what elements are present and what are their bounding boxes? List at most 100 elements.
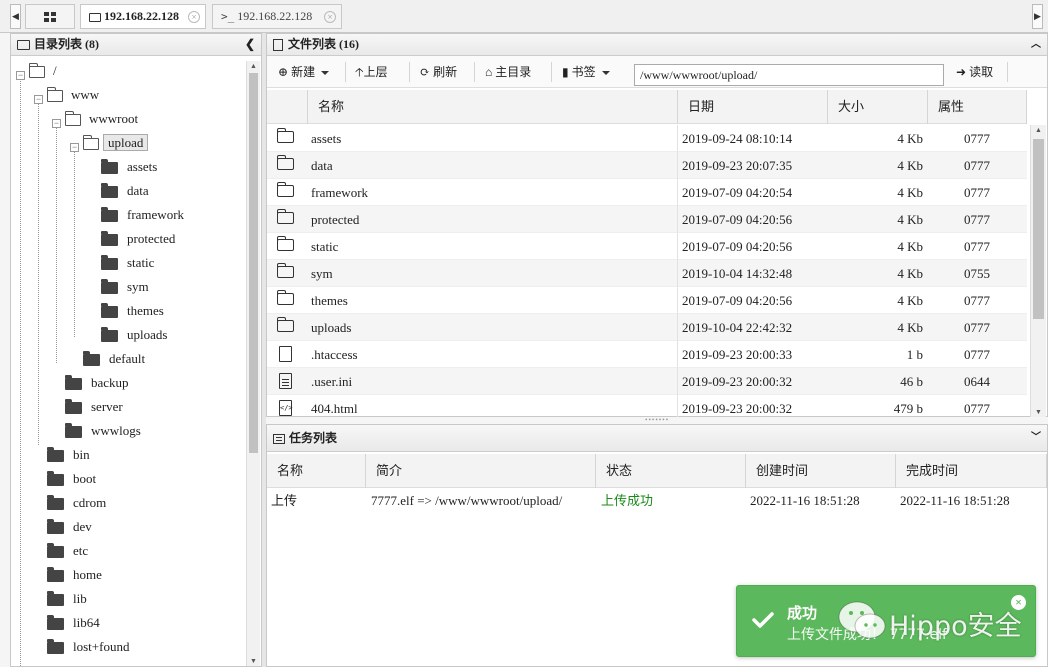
refresh-button[interactable]: ⟳ 刷新 bbox=[420, 62, 457, 82]
read-button[interactable]: ➜ 读取 bbox=[956, 62, 993, 82]
tab-terminal[interactable]: >_ 192.168.22.128 × bbox=[212, 4, 342, 29]
tree-node-data[interactable]: data bbox=[101, 181, 153, 201]
tab-scroll-left-button[interactable]: ◀ bbox=[10, 4, 21, 29]
tree-node-www[interactable]: www bbox=[47, 85, 103, 105]
folder-open-icon bbox=[47, 87, 63, 103]
file-size: 4 Kb bbox=[897, 320, 923, 335]
file-date: 2019-07-09 04:20:56 bbox=[677, 206, 792, 233]
file-row[interactable]: data 2019-09-23 20:07:35 4 Kb 0777 bbox=[267, 152, 1027, 179]
task-row[interactable]: 上传 7777.elf => /www/wwwroot/upload/ 上传成功… bbox=[267, 489, 1047, 513]
collapse-toggle[interactable]: − bbox=[70, 143, 79, 152]
tree-node-home[interactable]: home bbox=[47, 565, 106, 585]
tree-node-etc[interactable]: etc bbox=[47, 541, 92, 561]
tab-close-icon[interactable]: × bbox=[324, 11, 336, 23]
tree-node-server[interactable]: server bbox=[65, 397, 127, 417]
tree-node-upload[interactable]: upload bbox=[83, 133, 149, 153]
collapse-up-icon[interactable]: ︿ bbox=[1031, 34, 1041, 55]
new-button[interactable]: ⊕ 新建 bbox=[278, 62, 330, 82]
folder-icon bbox=[65, 375, 82, 391]
tab-file-manager[interactable]: 192.168.22.128 × bbox=[80, 4, 206, 29]
tree-node-lib64[interactable]: lib64 bbox=[47, 613, 104, 633]
file-row[interactable]: themes 2019-07-09 04:20:56 4 Kb 0777 bbox=[267, 287, 1027, 314]
scroll-up-icon[interactable]: ▲ bbox=[1031, 125, 1046, 135]
tree-node-themes[interactable]: themes bbox=[101, 301, 168, 321]
file-date: 2019-09-23 20:00:33 bbox=[677, 341, 792, 368]
chevron-down-icon bbox=[601, 71, 610, 76]
up-button[interactable]: 🡡上层 bbox=[355, 62, 388, 82]
scroll-down-icon[interactable]: ▼ bbox=[1031, 407, 1046, 417]
file-row[interactable]: protected 2019-07-09 04:20:56 4 Kb 0777 bbox=[267, 206, 1027, 233]
task-column-name[interactable]: 名称 bbox=[267, 454, 366, 488]
collapse-left-icon[interactable]: ❮ bbox=[245, 34, 255, 55]
task-column-status[interactable]: 状态 bbox=[596, 454, 746, 488]
collapse-toggle[interactable]: − bbox=[16, 71, 25, 80]
file-perm: 0777 bbox=[964, 131, 990, 146]
file-name: sym bbox=[311, 266, 333, 281]
column-header-date[interactable]: 日期 bbox=[678, 90, 828, 124]
tree-node-boot[interactable]: boot bbox=[47, 469, 100, 489]
tree-node-dev[interactable]: dev bbox=[47, 517, 96, 537]
file-row[interactable]: .user.ini 2019-09-23 20:00:32 46 b 0644 bbox=[267, 368, 1027, 395]
task-column-desc[interactable]: 简介 bbox=[366, 454, 596, 488]
file-name: .user.ini bbox=[311, 374, 353, 389]
column-header-perm[interactable]: 属性 bbox=[928, 90, 1027, 124]
task-grid-header: 名称 简介 状态 创建时间 完成时间 bbox=[267, 454, 1047, 488]
file-size: 4 Kb bbox=[897, 293, 923, 308]
tree-node-protected[interactable]: protected bbox=[101, 229, 179, 249]
tree-node-root[interactable]: / bbox=[29, 61, 61, 81]
folder-icon bbox=[277, 182, 294, 197]
resize-handle[interactable]: ••••••• bbox=[645, 416, 669, 424]
tab-scroll-right-button[interactable]: ▶ bbox=[1032, 4, 1043, 29]
collapse-toggle[interactable]: − bbox=[34, 95, 43, 104]
tree-node-backup[interactable]: backup bbox=[65, 373, 133, 393]
tree-node-bin[interactable]: bin bbox=[47, 445, 94, 465]
file-icon bbox=[273, 39, 283, 52]
tree-node-assets[interactable]: assets bbox=[101, 157, 161, 177]
tab-close-icon[interactable]: × bbox=[188, 11, 200, 23]
file-row[interactable]: assets 2019-09-24 08:10:14 4 Kb 0777 bbox=[267, 125, 1027, 152]
folder-icon bbox=[47, 519, 64, 535]
column-header-size[interactable]: 大小 bbox=[828, 90, 928, 124]
chevron-down-icon bbox=[321, 71, 330, 76]
file-list-scrollbar[interactable]: ▲ ▼ bbox=[1030, 125, 1046, 417]
file-row[interactable]: </> 404.html 2019-09-23 20:00:32 479 b 0777 bbox=[267, 395, 1027, 417]
scroll-up-icon[interactable]: ▲ bbox=[247, 61, 260, 71]
task-column-finished[interactable]: 完成时间 bbox=[896, 454, 1047, 488]
task-name: 上传 bbox=[271, 493, 298, 508]
tree-node-cdrom[interactable]: cdrom bbox=[47, 493, 110, 513]
folder-icon bbox=[47, 471, 64, 487]
tab-home[interactable] bbox=[25, 4, 75, 29]
task-column-created[interactable]: 创建时间 bbox=[746, 454, 896, 488]
tree-scrollbar[interactable]: ▲ ▼ bbox=[246, 61, 260, 666]
tree-node-sym[interactable]: sym bbox=[101, 277, 153, 297]
file-name: uploads bbox=[311, 320, 352, 335]
home-button[interactable]: ⌂ 主目录 bbox=[485, 62, 531, 82]
file-row[interactable]: static 2019-07-09 04:20:56 4 Kb 0777 bbox=[267, 233, 1027, 260]
tree-scroll-thumb[interactable] bbox=[249, 73, 258, 453]
bookmark-button[interactable]: ▮ 书签 bbox=[562, 62, 610, 82]
tree-node-uploads[interactable]: uploads bbox=[101, 325, 171, 345]
file-size: 46 b bbox=[900, 374, 923, 389]
tree-node-default[interactable]: default bbox=[83, 349, 149, 369]
tree-node-lib[interactable]: lib bbox=[47, 589, 91, 609]
tree-node-wwwlogs[interactable]: wwwlogs bbox=[65, 421, 145, 441]
file-row[interactable]: framework 2019-07-09 04:20:54 4 Kb 0777 bbox=[267, 179, 1027, 206]
file-row[interactable]: .htaccess 2019-09-23 20:00:33 1 b 0777 bbox=[267, 341, 1027, 368]
tree-node-wwwroot[interactable]: wwwroot bbox=[65, 109, 142, 129]
column-header-name[interactable]: 名称 bbox=[308, 90, 678, 124]
file-row[interactable]: uploads 2019-10-04 22:42:32 4 Kb 0777 bbox=[267, 314, 1027, 341]
file-row[interactable]: sym 2019-10-04 14:32:48 4 Kb 0755 bbox=[267, 260, 1027, 287]
scroll-down-icon[interactable]: ▼ bbox=[247, 656, 260, 666]
tree-node-framework[interactable]: framework bbox=[101, 205, 188, 225]
tree-node-lost-found[interactable]: lost+found bbox=[47, 637, 133, 657]
file-date: 2019-09-23 20:07:35 bbox=[677, 152, 792, 179]
path-input[interactable] bbox=[634, 64, 944, 86]
tree-node-static[interactable]: static bbox=[101, 253, 158, 273]
success-toast: 成功 上传文件成功！ 7777.elf × Hippo安全 bbox=[736, 585, 1036, 657]
folder-icon bbox=[101, 159, 118, 175]
home-icon: ⌂ bbox=[485, 65, 493, 79]
collapse-toggle[interactable]: − bbox=[52, 119, 61, 128]
bookmark-icon: ▮ bbox=[562, 65, 569, 79]
chevron-down-icon[interactable]: ﹀ bbox=[1031, 425, 1041, 451]
file-scroll-thumb[interactable] bbox=[1033, 139, 1044, 319]
